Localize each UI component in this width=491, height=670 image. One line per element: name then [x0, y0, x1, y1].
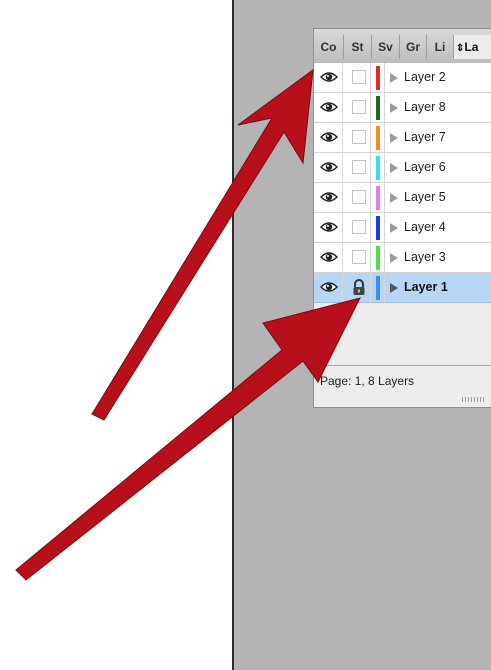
arrow-to-lock-icon [15, 297, 361, 581]
annotation-arrows [15, 68, 361, 581]
